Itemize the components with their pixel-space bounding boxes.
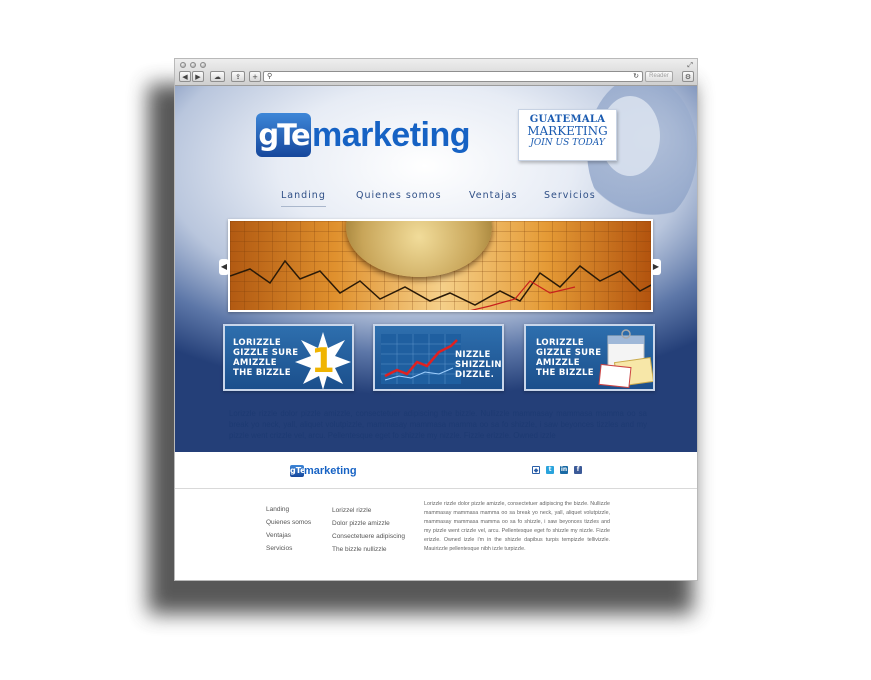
promo-line-3: JOIN US TODAY bbox=[530, 138, 605, 148]
nav-ventajas[interactable]: Ventajas bbox=[469, 190, 518, 201]
rss-icon[interactable]: ◆ bbox=[532, 466, 540, 474]
footer-logo-wordmark: marketing bbox=[304, 465, 357, 477]
footer-link-2[interactable]: Dolor pizzle amizzle bbox=[332, 517, 405, 530]
feature-card-1-text: LORIZZLE GIZZLE SURE AMIZZLE THE BIZZLE bbox=[233, 338, 299, 378]
footer-logo-badge: gTe bbox=[290, 465, 306, 477]
settings-button[interactable]: ⚙ bbox=[682, 71, 694, 82]
chevron-right-icon: ▶ bbox=[652, 262, 660, 271]
feature-card-3[interactable]: LORIZZLE GIZZLE SURE AMIZZLE THE BIZZLE bbox=[524, 324, 655, 391]
twitter-icon[interactable]: t bbox=[546, 466, 554, 474]
main-nav: Landing Quienes somos Ventajas Servicios bbox=[175, 190, 697, 210]
footer-nav-column: Landing Quienes somos Ventajas Servicios bbox=[266, 503, 311, 555]
hero-slider-image bbox=[228, 219, 653, 312]
back-button[interactable]: ◀ bbox=[179, 71, 191, 82]
footer-nav-servicios[interactable]: Servicios bbox=[266, 542, 311, 555]
new-tab-button[interactable]: + bbox=[249, 71, 261, 82]
window-controls bbox=[180, 62, 206, 68]
svg-text:1: 1 bbox=[311, 341, 335, 381]
linkedin-icon[interactable]: in bbox=[560, 466, 568, 474]
share-icon: ⇪ bbox=[235, 72, 241, 81]
fullscreen-icon[interactable]: ⤢ bbox=[687, 61, 693, 70]
footer-link-4[interactable]: The bizzle nullizzle bbox=[332, 543, 405, 556]
footer-logo[interactable]: gTe marketing bbox=[290, 465, 357, 477]
reader-button[interactable]: Reader bbox=[645, 71, 673, 82]
facebook-icon[interactable]: f bbox=[574, 466, 582, 474]
nav-landing[interactable]: Landing bbox=[281, 190, 326, 207]
growth-chart-icon bbox=[381, 334, 461, 384]
minimize-window-button[interactable] bbox=[190, 62, 196, 68]
feature-card-1[interactable]: LORIZZLE GIZZLE SURE AMIZZLE THE BIZZLE … bbox=[223, 324, 354, 391]
gear-icon: ⚙ bbox=[684, 72, 692, 81]
footer-link-3[interactable]: Consectetuere adipiscing bbox=[332, 530, 405, 543]
share-button[interactable]: ⇪ bbox=[231, 71, 245, 82]
feature-card-2[interactable]: NIZZLE SHIZZLIN DIZZLE. bbox=[373, 324, 504, 391]
browser-toolbar: ⤢ ◀ ▶ ☁ ⇪ + ⚲ ↻ Reader ⚙ bbox=[175, 59, 697, 86]
footer-nav-ventajas[interactable]: Ventajas bbox=[266, 529, 311, 542]
number-one-burst-icon: 1 bbox=[295, 332, 351, 389]
chevron-left-icon: ◀ bbox=[220, 262, 228, 271]
social-links: ◆ t in f bbox=[532, 466, 582, 474]
slider-prev-button[interactable]: ◀ bbox=[219, 259, 229, 275]
site-logo[interactable]: gTe marketing bbox=[256, 113, 471, 157]
slider-next-button[interactable]: ▶ bbox=[651, 259, 661, 275]
search-icon: ⚲ bbox=[267, 72, 273, 80]
footer-link-1[interactable]: Lorizzel rizzle bbox=[332, 504, 405, 517]
calendar-mail-icon bbox=[598, 329, 653, 389]
footer-nav-quienes-somos[interactable]: Quienes somos bbox=[266, 516, 311, 529]
promo-line-2: MARKETING bbox=[527, 124, 608, 138]
mockup-stage: ⤢ ◀ ▶ ☁ ⇪ + ⚲ ↻ Reader ⚙ gTe marketing G… bbox=[0, 0, 871, 680]
footer-paragraph: Lorizzle rizzle dolor pizzle amizzle, co… bbox=[424, 501, 610, 553]
address-bar[interactable]: ⚲ ↻ bbox=[263, 71, 643, 82]
feature-card-3-text: LORIZZLE GIZZLE SURE AMIZZLE THE BIZZLE bbox=[536, 338, 602, 378]
stock-line-graphic bbox=[230, 259, 651, 310]
zoom-window-button[interactable] bbox=[200, 62, 206, 68]
nav-quienes-somos[interactable]: Quienes somos bbox=[356, 190, 442, 201]
hero-section: gTe marketing GUATEMALA MARKETING JOIN U… bbox=[175, 86, 697, 452]
cloud-icon: ☁ bbox=[214, 72, 221, 81]
footer-nav-landing[interactable]: Landing bbox=[266, 503, 311, 516]
promo-banner[interactable]: GUATEMALA MARKETING JOIN US TODAY bbox=[518, 109, 617, 161]
hero-description: Lorizzle rizzle dolor pizzle amizzle, co… bbox=[229, 409, 647, 440]
logo-wordmark: marketing bbox=[312, 115, 471, 154]
footer-bar: gTe marketing ◆ t in f bbox=[175, 452, 697, 489]
nav-servicios[interactable]: Servicios bbox=[544, 190, 596, 201]
browser-window: ⤢ ◀ ▶ ☁ ⇪ + ⚲ ↻ Reader ⚙ gTe marketing G… bbox=[174, 58, 698, 581]
close-window-button[interactable] bbox=[180, 62, 186, 68]
forward-arrow-icon: ▶ bbox=[195, 72, 201, 81]
feature-card-2-text: NIZZLE SHIZZLIN DIZZLE. bbox=[455, 350, 502, 380]
reload-icon[interactable]: ↻ bbox=[633, 72, 639, 80]
logo-badge: gTe bbox=[256, 113, 311, 157]
plus-icon: + bbox=[252, 72, 258, 81]
icloud-button[interactable]: ☁ bbox=[210, 71, 225, 82]
back-arrow-icon: ◀ bbox=[182, 72, 188, 81]
footer-links-column: Lorizzel rizzle Dolor pizzle amizzle Con… bbox=[332, 504, 405, 556]
forward-button[interactable]: ▶ bbox=[192, 71, 204, 82]
